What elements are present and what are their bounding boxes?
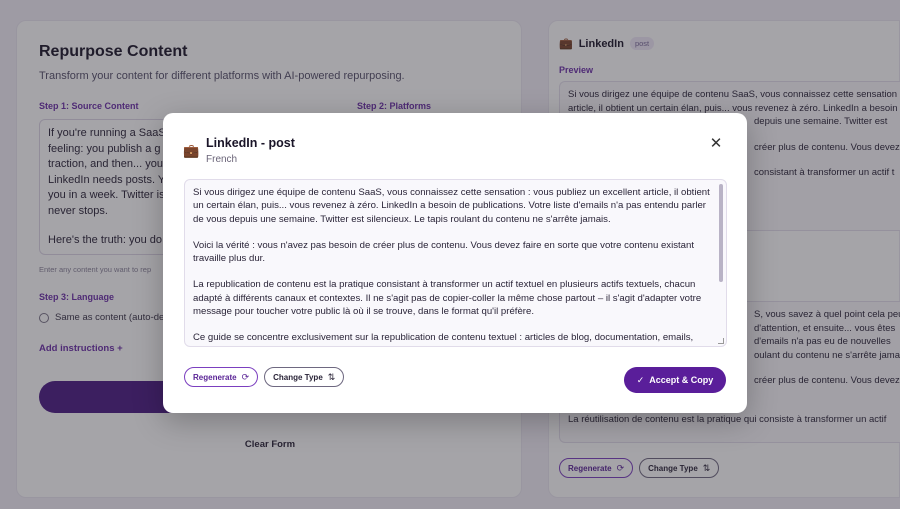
refresh-icon: ⟳: [241, 371, 250, 382]
preview-modal: 💼 LinkedIn - post French ✕ Si vous dirig…: [163, 113, 747, 413]
modal-language: French: [206, 154, 238, 165]
scrollbar-thumb[interactable]: [719, 184, 723, 282]
briefcase-icon: 💼: [183, 143, 200, 158]
resize-handle-icon[interactable]: [718, 338, 724, 344]
close-icon[interactable]: ✕: [708, 136, 724, 152]
modal-content-textarea[interactable]: Si vous dirigez une équipe de contenu Sa…: [184, 179, 727, 347]
check-icon: ✓: [636, 374, 645, 385]
modal-change-type-button[interactable]: Change Type ⇅: [264, 367, 345, 387]
modal-title: LinkedIn - post: [206, 136, 295, 150]
sort-arrows-icon: ⇅: [327, 371, 336, 382]
modal-regenerate-button[interactable]: Regenerate ⟳: [184, 367, 259, 387]
accept-copy-button[interactable]: ✓ Accept & Copy: [624, 367, 726, 393]
